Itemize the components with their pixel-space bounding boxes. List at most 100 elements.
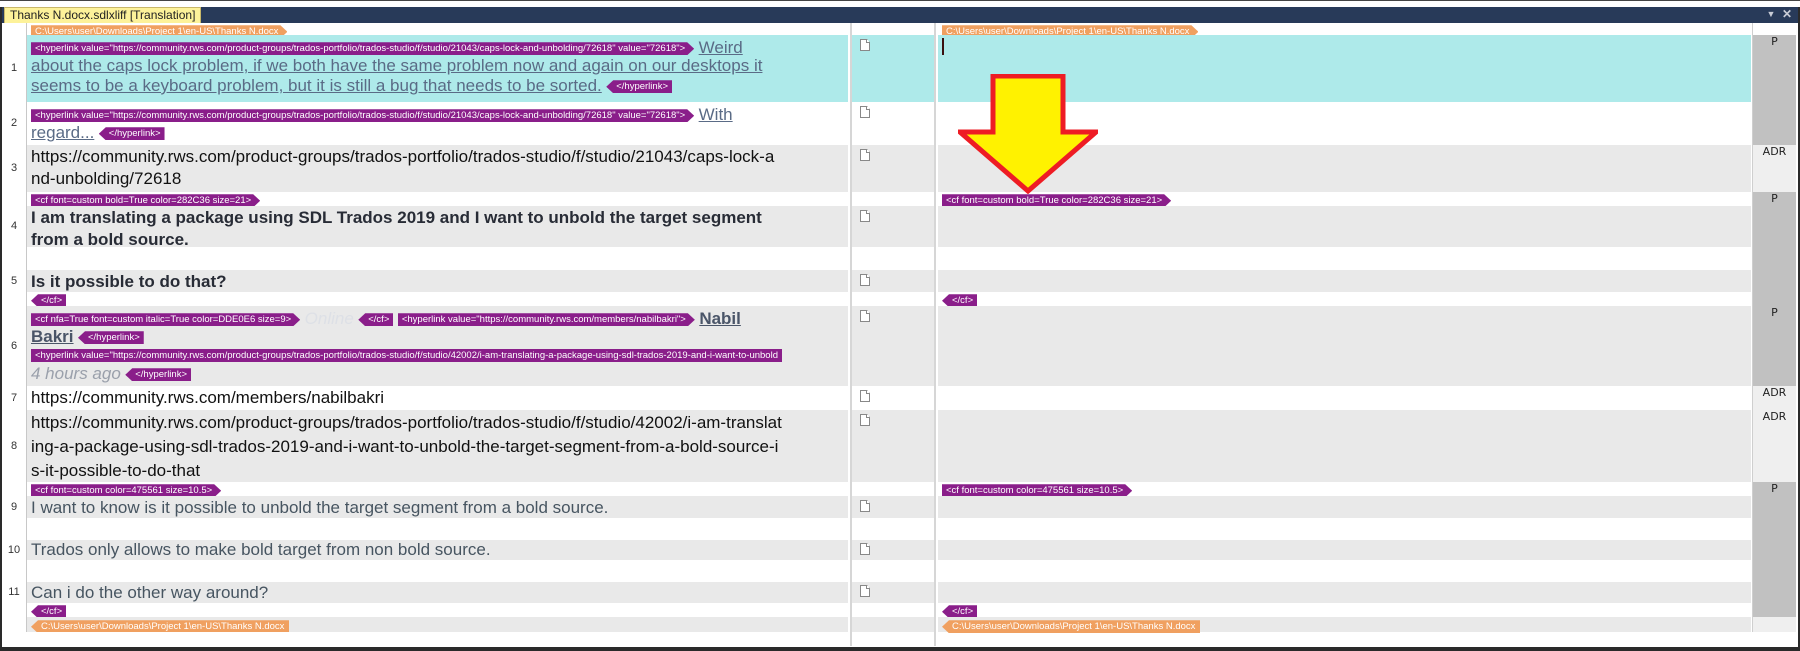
document-icon [860,274,870,286]
segment-row[interactable]: 7 https://community.rws.com/members/nabi… [2,386,1796,410]
segment-row[interactable]: 3 https://community.rws.com/product-grou… [2,145,1796,192]
status-badge: P [1752,482,1796,496]
cf-close-tag[interactable]: </cf> [358,313,394,327]
status-badge [1752,540,1796,560]
source-cell[interactable]: <cf nfa=True font=custom italic=True col… [26,306,848,386]
segment-number: 7 [2,386,26,410]
segment-number: 4 [2,206,26,247]
source-text: https://community.rws.com/members/nabilb… [31,388,385,407]
document-icon [860,210,870,222]
document-icon [860,106,870,118]
editor-grid: C:\Users\user\Downloads\Project 1\en-US\… [2,23,1796,647]
tag-row: <cf font=custom bold=True color=282C36 s… [2,192,1796,206]
status-badge [1752,270,1796,292]
segment-number: 3 [2,145,26,192]
hyperlink-close-tag[interactable]: </hyperlink> [125,368,192,382]
source-cell[interactable]: Can i do the other way around? [26,582,848,603]
source-text: seems to be a keyboard problem, but it i… [31,76,602,95]
target-cell[interactable] [938,496,1751,518]
source-text: Trados only allows to make bold target f… [31,540,491,559]
source-text: Is it possible to do that? [31,272,227,291]
tag-row: </cf> </cf> [2,603,1796,619]
source-text: I am translating a package using SDL Tra… [31,208,762,227]
segment-row[interactable]: 10 Trados only allows to make bold targe… [2,540,1796,560]
target-cell[interactable] [938,582,1751,603]
cf-open-tag[interactable]: <cf nfa=True font=custom italic=True col… [31,313,300,326]
source-cell[interactable]: I am translating a package using SDL Tra… [26,206,848,249]
source-cell[interactable]: Is it possible to do that? [26,270,848,292]
target-cell[interactable] [938,206,1751,247]
document-tab[interactable]: Thanks N.docx.sdlxliff [Translation] [4,7,202,23]
source-text: regard... [31,123,95,142]
source-cell[interactable]: I want to know is it possible to unbold … [26,496,848,518]
segment-number: 6 [2,306,26,386]
hyperlink-open-tag[interactable]: <hyperlink value="https://community.rws.… [31,109,694,122]
source-text: Can i do the other way around? [31,583,269,602]
window-left-border [0,7,2,651]
status-badge: P [1752,192,1796,206]
status-badge [1752,582,1796,603]
target-cell[interactable] [938,306,1751,386]
target-cell[interactable] [938,270,1751,292]
author-first-name: Nabil [699,309,741,328]
hyperlink-close-tag[interactable]: </hyperlink> [77,331,144,345]
file-end-row: C:\Users\user\Downloads\Project 1\en-US\… [2,617,1796,634]
source-text: I want to know is it possible to unbold … [31,498,609,517]
document-icon [860,310,870,322]
segment-number: 10 [2,540,26,560]
status-badge: ADR [1752,386,1796,410]
segment-row[interactable]: 8 https://community.rws.com/product-grou… [2,410,1796,482]
segment-row[interactable]: 1 <hyperlink value="https://community.rw… [2,35,1796,102]
source-cell[interactable]: https://community.rws.com/product-groups… [26,145,848,192]
source-cell[interactable]: <hyperlink value="https://community.rws.… [26,102,848,145]
source-text: With [698,105,733,124]
spacer-row [2,560,1796,582]
segment-row[interactable]: 11 Can i do the other way around? [2,582,1796,603]
target-cell[interactable] [938,35,1751,102]
hyperlink-close-tag[interactable]: </hyperlink> [98,127,165,141]
status-badge [1752,102,1796,145]
source-cell[interactable]: <hyperlink value="https://community.rws.… [26,35,848,102]
target-cell[interactable] [938,145,1751,192]
source-text: about the caps lock problem, if we both … [31,56,763,75]
timestamp-text: 4 hours ago [31,364,121,383]
window-bottom-border [0,647,1800,651]
hyperlink-open-tag[interactable]: <hyperlink value="https://community.rws.… [398,313,695,326]
source-cell[interactable]: Trados only allows to make bold target f… [26,540,848,560]
dropdown-icon[interactable]: ▼ [1764,7,1778,23]
window-top-border [0,0,1800,7]
file-start-row: C:\Users\user\Downloads\Project 1\en-US\… [2,23,1796,35]
segment-row[interactable]: 4 I am translating a package using SDL T… [2,206,1796,249]
tag-row: <cf font=custom color=475561 size=10.5> … [2,482,1796,496]
segment-number: 5 [2,270,26,292]
status-badge: ADR [1752,410,1796,482]
target-cell[interactable] [938,540,1751,560]
spacer-row [2,247,1796,270]
source-text: https://community.rws.com/product-groups… [31,413,782,432]
source-text: s-it-possible-to-do-that [31,461,201,480]
document-icon [860,39,870,51]
status-badge: P [1752,35,1796,102]
segment-row[interactable]: 2 <hyperlink value="https://community.rw… [2,102,1796,145]
close-icon[interactable]: ✕ [1780,7,1794,23]
segment-number: 8 [2,410,26,482]
segment-row[interactable]: 9 I want to know is it possible to unbol… [2,496,1796,518]
target-cell[interactable] [938,410,1751,482]
document-icon [860,414,870,426]
status-badge: ADR [1752,145,1796,192]
spacer-row [2,518,1796,540]
segment-row[interactable]: 5 Is it possible to do that? [2,270,1796,292]
target-cell[interactable] [938,386,1751,410]
document-icon [860,500,870,512]
document-icon [860,149,870,161]
source-cell[interactable]: https://community.rws.com/product-groups… [26,410,848,482]
segment-number: 11 [2,582,26,603]
hyperlink-open-tag[interactable]: <hyperlink value="https://community.rws.… [31,349,782,363]
source-cell[interactable]: https://community.rws.com/members/nabilb… [26,386,848,410]
segment-row[interactable]: 6 <cf nfa=True font=custom italic=True c… [2,306,1796,386]
hyperlink-close-tag[interactable]: </hyperlink> [606,80,672,94]
online-text: Online [304,309,354,328]
target-cell[interactable] [938,102,1751,145]
segment-number: 2 [2,102,26,145]
document-icon [860,543,870,555]
